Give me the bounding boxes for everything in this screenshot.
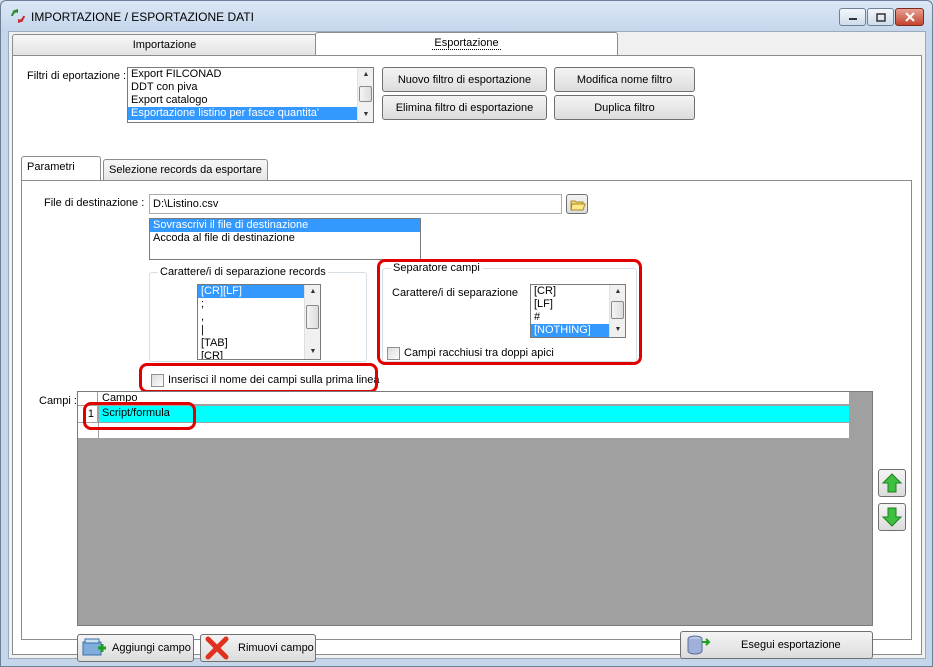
- close-button[interactable]: [895, 8, 924, 26]
- close-icon: [904, 12, 915, 22]
- new-filter-button[interactable]: Nuovo filtro di esportazione: [382, 67, 547, 92]
- move-up-button[interactable]: [878, 469, 906, 497]
- arrow-up-icon: [881, 473, 903, 493]
- list-item[interactable]: |: [198, 324, 320, 337]
- remove-x-icon: [205, 636, 229, 660]
- run-export-label: Esegui esportazione: [741, 639, 841, 651]
- filters-scrollbar[interactable]: ▲ ▼: [357, 68, 373, 122]
- minimize-button[interactable]: [839, 8, 866, 26]
- destination-label: File di destinazione :: [44, 197, 145, 209]
- fields-grid-header: [78, 392, 849, 405]
- scroll-thumb[interactable]: [359, 86, 372, 102]
- tab-selezione-records[interactable]: Selezione records da esportare: [103, 159, 268, 181]
- export-database-icon: [687, 635, 711, 655]
- arrow-down-icon: [881, 507, 903, 527]
- table-row[interactable]: Script/formula: [99, 406, 849, 422]
- scroll-down-icon[interactable]: ▼: [358, 108, 373, 122]
- insert-names-highlight: [139, 363, 378, 393]
- export-panel: Filtri di eportazione : Export FILCONAD …: [12, 55, 922, 662]
- list-item[interactable]: DDT con piva: [128, 81, 373, 94]
- script-formula-highlight: [83, 402, 196, 430]
- fields-grid[interactable]: Campo 1 Script/formula: [77, 391, 873, 626]
- add-field-icon: [82, 638, 106, 656]
- title-bar: IMPORTAZIONE / ESPORTAZIONE DATI: [1, 1, 932, 31]
- app-icon: [11, 9, 25, 23]
- window-title: IMPORTAZIONE / ESPORTAZIONE DATI: [31, 10, 254, 24]
- record-separator-title: Carattere/i di separazione records: [158, 266, 328, 278]
- run-export-button[interactable]: Esegui esportazione: [680, 631, 873, 659]
- filters-list[interactable]: Export FILCONAD DDT con piva Export cata…: [127, 67, 374, 123]
- scroll-up-icon[interactable]: ▲: [305, 285, 320, 299]
- maximize-icon: [875, 12, 886, 22]
- destination-mode-list[interactable]: Sovrascrivi il file di destinazione Acco…: [149, 218, 421, 260]
- record-separator-scrollbar[interactable]: ▲ ▼: [304, 285, 320, 359]
- fields-label: Campi :: [39, 395, 77, 407]
- scroll-thumb[interactable]: [306, 305, 319, 329]
- tab-importazione[interactable]: Importazione: [12, 34, 317, 55]
- minimize-icon: [848, 18, 857, 20]
- rename-filter-button[interactable]: Modifica nome filtro: [554, 67, 695, 92]
- list-item[interactable]: [CR][LF]: [198, 285, 304, 298]
- add-field-label: Aggiungi campo: [112, 642, 191, 654]
- list-item[interactable]: Export FILCONAD: [128, 68, 373, 81]
- browse-folder-button[interactable]: [566, 194, 588, 214]
- destination-file-input[interactable]: D:\Listino.csv: [149, 194, 562, 214]
- list-item[interactable]: ,: [198, 311, 320, 324]
- folder-icon: [570, 200, 586, 211]
- list-item[interactable]: Sovrascrivi il file di destinazione: [150, 219, 420, 232]
- remove-field-button[interactable]: Rimuovi campo: [200, 634, 316, 662]
- filter-parameters-panel: File di destinazione : D:\Listino.csv So…: [21, 180, 912, 662]
- maximize-button[interactable]: [867, 8, 894, 26]
- delete-filter-button[interactable]: Elimina filtro di esportazione: [382, 95, 547, 120]
- tab-esportazione-label: Esportazione: [432, 37, 501, 50]
- scroll-up-icon[interactable]: ▲: [358, 68, 373, 82]
- move-down-button[interactable]: [878, 503, 906, 531]
- client-area: Importazione Esportazione Filtri di epor…: [8, 31, 926, 662]
- list-item[interactable]: [TAB]: [198, 337, 320, 350]
- record-separator-list[interactable]: [CR][LF] ; , | [TAB] [CR] ▲ ▼: [197, 284, 321, 360]
- duplicate-filter-button[interactable]: Duplica filtro: [554, 95, 695, 120]
- list-item[interactable]: Export catalogo: [128, 94, 373, 107]
- list-item[interactable]: ;: [198, 298, 320, 311]
- add-field-button[interactable]: Aggiungi campo: [77, 634, 194, 662]
- remove-field-label: Rimuovi campo: [238, 642, 314, 654]
- list-item[interactable]: Esportazione listino per fasce quantita': [128, 107, 357, 120]
- field-separator-highlight: [377, 259, 642, 365]
- tab-esportazione[interactable]: Esportazione: [315, 32, 618, 56]
- filters-label: Filtri di eportazione :: [27, 70, 127, 82]
- list-item[interactable]: [CR]: [198, 350, 320, 359]
- main-window: IMPORTAZIONE / ESPORTAZIONE DATI Importa…: [0, 0, 933, 667]
- list-item[interactable]: Accoda al file di destinazione: [150, 232, 420, 245]
- tab-parametri-filtro[interactable]: Parametri filtro: [21, 156, 101, 194]
- scroll-down-icon[interactable]: ▼: [305, 345, 320, 359]
